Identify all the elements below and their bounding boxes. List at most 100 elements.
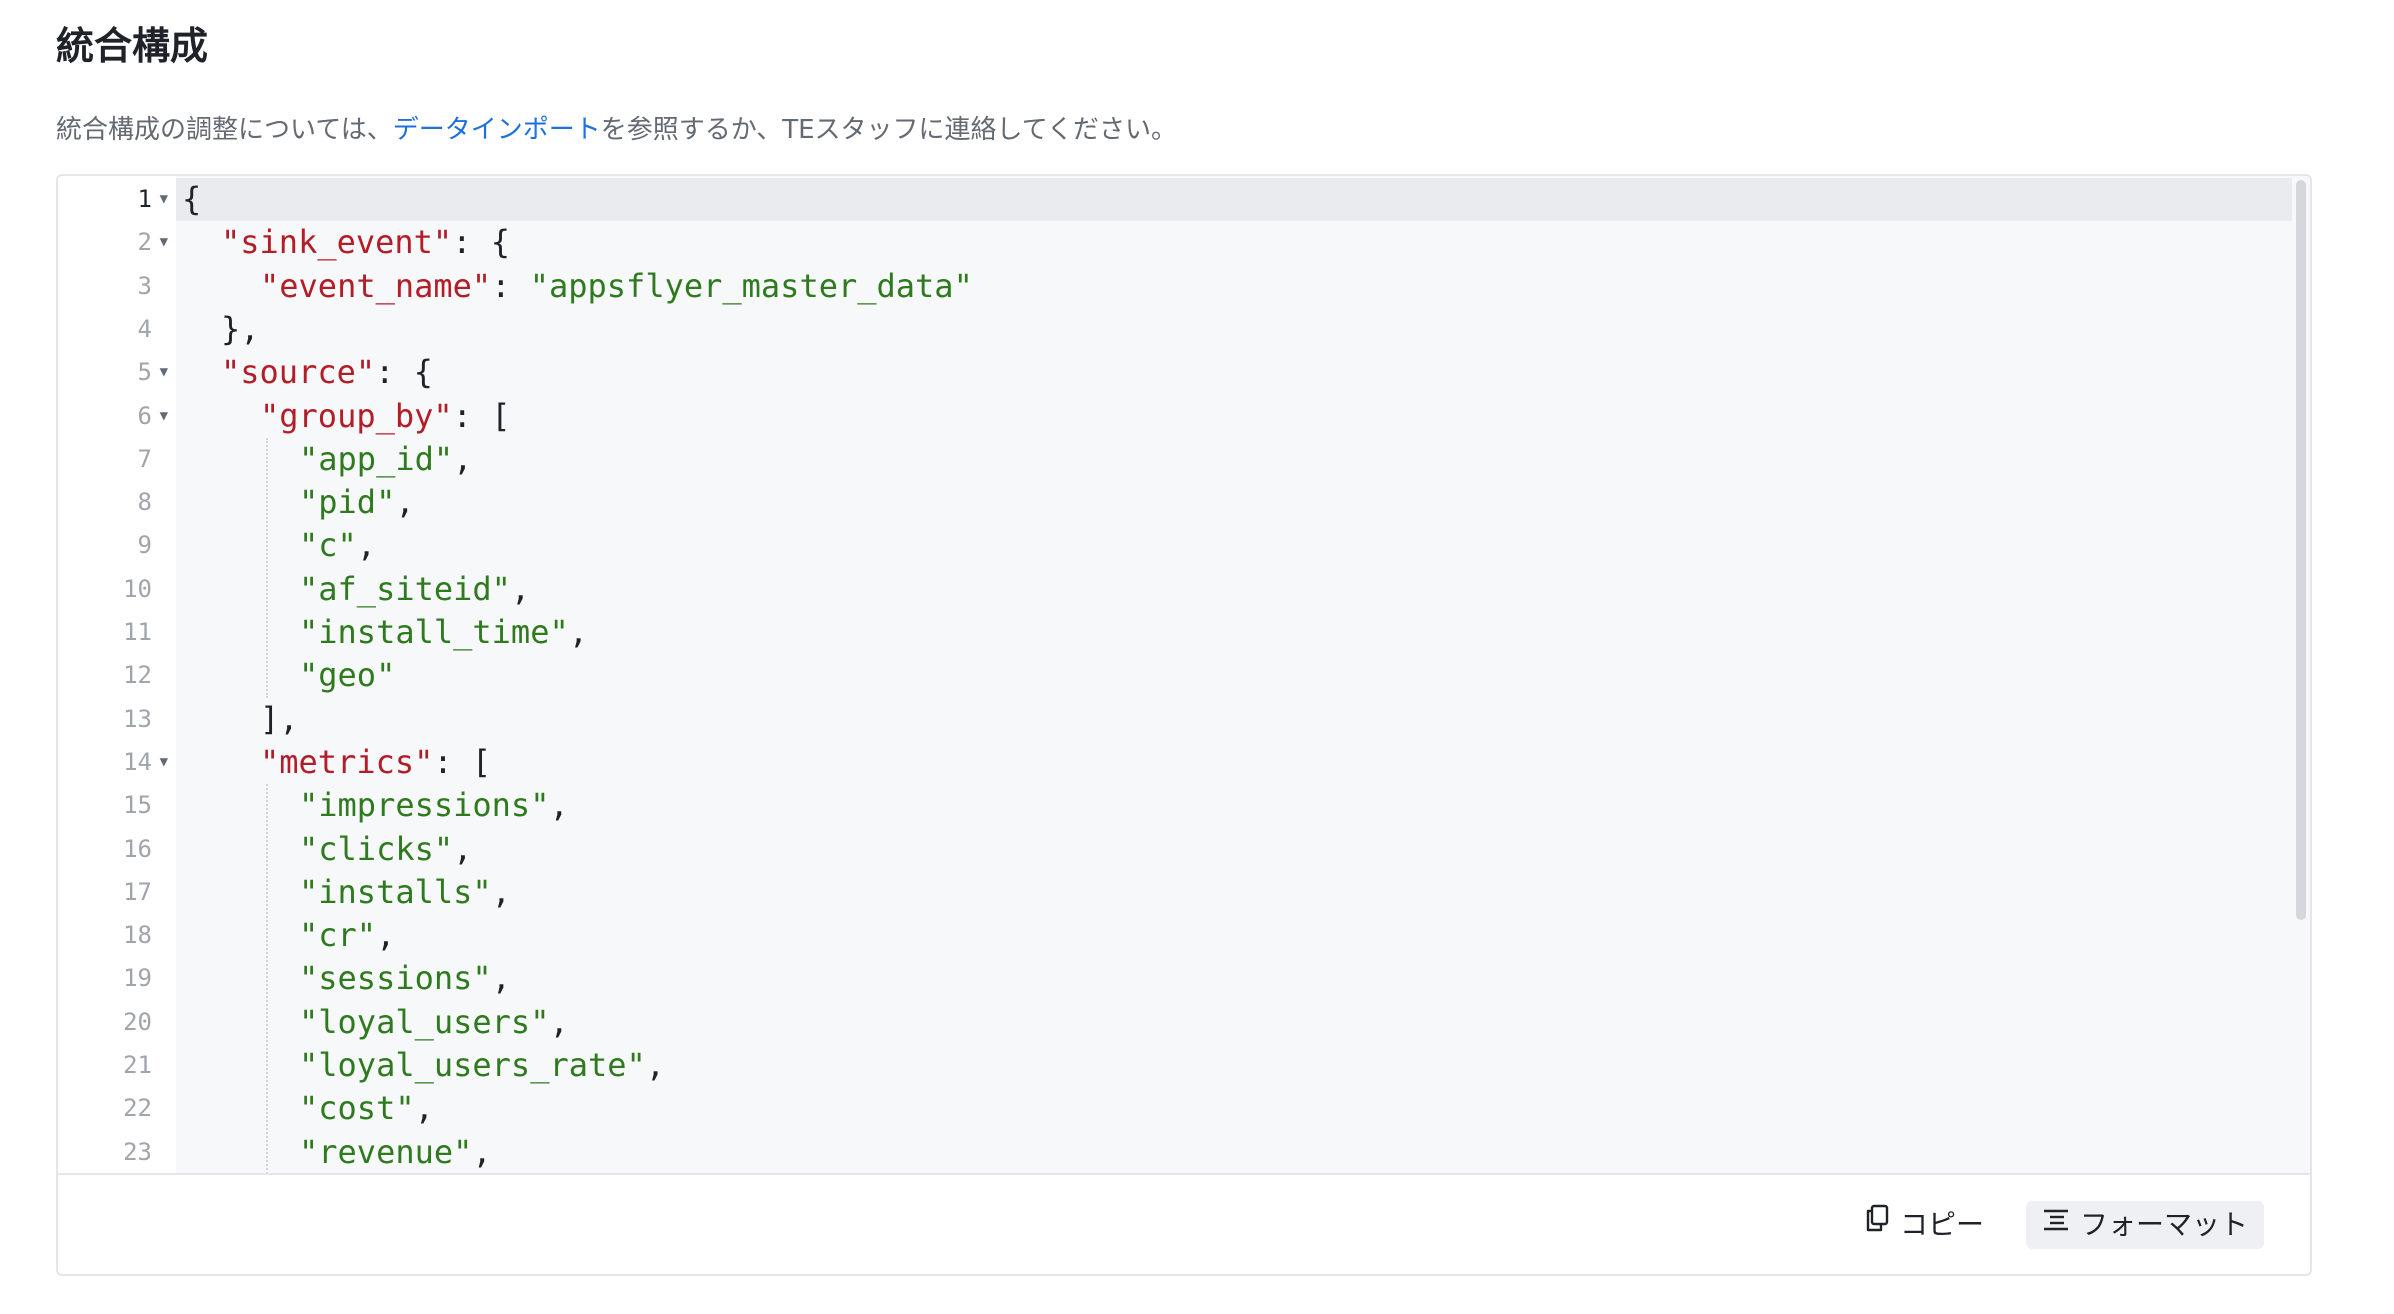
code-line[interactable]: "loyal_users_rate",	[299, 1044, 665, 1087]
data-import-link[interactable]: データインポート	[393, 115, 601, 145]
line-number-text: 19	[123, 964, 152, 993]
line-number: 5 ▼	[58, 351, 176, 394]
fold-toggle-icon[interactable]: ▼	[160, 741, 168, 784]
json-key: "event_name"	[260, 266, 492, 305]
json-punctuation: {	[182, 180, 202, 218]
line-number-text: 12	[123, 661, 152, 690]
code-line[interactable]: "cr",	[299, 914, 395, 957]
page-title: 統合構成	[56, 24, 209, 68]
code-line[interactable]: "cost",	[299, 1087, 434, 1130]
json-punctuation: ,	[453, 829, 473, 868]
fold-toggle-icon[interactable]: ▼	[160, 395, 168, 438]
code-line[interactable]: "event_name": "appsflyer_master_data"	[260, 265, 973, 308]
line-number-text: 9	[137, 531, 152, 560]
line-number: 12	[58, 654, 176, 697]
line-number: 10	[58, 568, 176, 611]
line-number: 8	[58, 481, 176, 524]
copy-button[interactable]: コピー	[1860, 1201, 1988, 1249]
json-punctuation: : [	[452, 396, 511, 435]
code-line[interactable]: "c",	[299, 524, 376, 567]
line-number: 18	[58, 914, 176, 957]
json-punctuation: ,	[472, 1132, 492, 1171]
description-prefix: 統合構成の調整については、	[56, 115, 393, 145]
copy-icon	[1864, 1199, 1890, 1247]
code-line[interactable]: "clicks",	[299, 828, 472, 871]
code-line[interactable]: "metrics": [	[260, 741, 491, 784]
line-number: 7	[58, 438, 176, 481]
line-number-text: 20	[123, 1007, 152, 1036]
json-punctuation: ,	[491, 872, 511, 911]
line-number: 3	[58, 265, 176, 308]
json-punctuation: },	[221, 309, 260, 348]
editor-scrollbar-thumb[interactable]	[2296, 180, 2306, 920]
code-editor[interactable]: 1 ▼ 2 ▼ 3 4 5 ▼ 6 ▼ 7 8 9 10 11 12 13 14 ▼ 15 16 17 18 19 20 21 22…	[58, 176, 2310, 1175]
line-number: 2 ▼	[58, 221, 176, 264]
json-punctuation: ,	[491, 959, 511, 998]
json-string: "sessions"	[299, 959, 492, 998]
json-string: "loyal_users_rate"	[299, 1046, 646, 1084]
code-line[interactable]: "impressions",	[299, 784, 569, 827]
line-number: 6 ▼	[58, 395, 176, 438]
code-line[interactable]: "install_time",	[299, 611, 588, 654]
json-punctuation: ,	[645, 1046, 666, 1084]
json-string: "loyal_users"	[299, 1002, 550, 1041]
line-number: 4	[58, 308, 176, 351]
json-punctuation: ,	[414, 1089, 434, 1128]
code-line[interactable]: "source": {	[221, 351, 433, 394]
code-line[interactable]: "af_siteid",	[299, 568, 530, 611]
fold-toggle-icon[interactable]: ▼	[160, 351, 168, 394]
json-string: "app_id"	[299, 439, 454, 478]
code-line[interactable]: ],	[260, 698, 299, 741]
code-content[interactable]: {"sink_event": {"event_name": "appsflyer…	[182, 176, 2280, 1173]
line-number-text: 5	[137, 358, 152, 387]
fold-toggle-icon[interactable]: ▼	[160, 178, 168, 221]
json-punctuation: ,	[568, 613, 588, 651]
line-number-text: 21	[123, 1051, 152, 1079]
code-line[interactable]: "revenue",	[299, 1131, 492, 1173]
line-number-text: 15	[123, 791, 152, 820]
code-line[interactable]: "app_id",	[299, 438, 472, 481]
line-number-text: 22	[123, 1094, 152, 1123]
code-line[interactable]: "installs",	[299, 871, 511, 914]
code-line[interactable]: "geo"	[299, 654, 395, 697]
json-punctuation: : {	[452, 223, 510, 262]
code-line[interactable]: "group_by": [	[260, 395, 510, 438]
description-suffix: を参照するか、TEスタッフに連絡してください。	[600, 115, 1177, 145]
line-number: 22	[58, 1087, 176, 1130]
editor-scrollbar[interactable]	[2292, 176, 2310, 1173]
line-number-text: 2	[137, 228, 152, 257]
format-label: フォーマット	[2080, 1208, 2249, 1241]
json-punctuation: : {	[375, 353, 433, 392]
line-number: 14 ▼	[58, 741, 176, 784]
fold-toggle-icon[interactable]: ▼	[160, 221, 168, 264]
line-number-text: 10	[123, 574, 152, 603]
json-key: "sink_event"	[221, 223, 453, 262]
format-button[interactable]: フォーマット	[2026, 1199, 2265, 1249]
line-number-text: 11	[123, 618, 152, 646]
line-number: 17	[58, 871, 176, 914]
line-number-text: 1	[137, 185, 152, 213]
line-number: 1 ▼	[58, 178, 176, 221]
code-line[interactable]: "sessions",	[299, 957, 511, 1000]
line-number-text: 8	[137, 488, 152, 517]
json-string: "appsflyer_master_data"	[529, 266, 973, 305]
json-punctuation: ,	[395, 483, 415, 522]
format-align-icon	[2042, 1199, 2070, 1247]
line-number-text: 7	[137, 444, 152, 473]
line-number-text: 17	[123, 877, 152, 906]
line-number-text: 3	[137, 271, 152, 300]
code-line[interactable]: "pid",	[299, 481, 415, 524]
line-number-text: 6	[137, 401, 152, 430]
json-string: "geo"	[299, 656, 396, 695]
json-string: "cr"	[299, 916, 377, 955]
description-text: 統合構成の調整については、データインポートを参照するか、TEスタッフに連絡してく…	[56, 110, 1177, 150]
code-line[interactable]: },	[221, 308, 260, 351]
json-punctuation: ],	[260, 699, 299, 738]
json-string: "impressions"	[299, 786, 550, 825]
code-line[interactable]: "loyal_users",	[299, 1001, 569, 1044]
line-number: 13	[58, 698, 176, 741]
json-punctuation: ,	[549, 1002, 569, 1041]
code-line[interactable]: {	[182, 178, 201, 221]
code-line[interactable]: "sink_event": {	[221, 221, 510, 264]
line-number: 20	[58, 1001, 176, 1044]
